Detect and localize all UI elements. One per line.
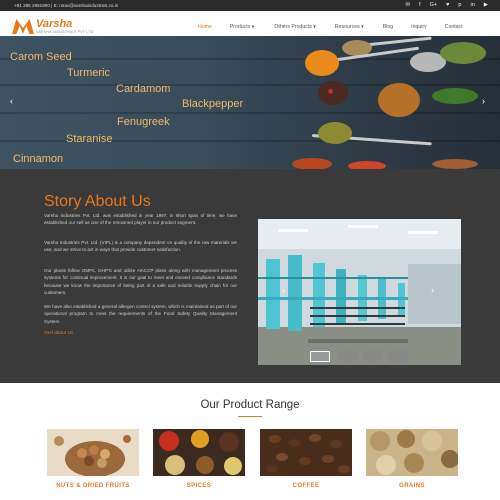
photo-thumbnail[interactable] [363,351,383,362]
product-label-coffee[interactable]: COFFEE [251,483,361,489]
product-card-spices[interactable] [153,429,245,476]
hero-label-cardamom: Cardamom [116,83,171,95]
cardamom-image [440,42,486,64]
photo-thumbnail[interactable] [388,351,408,362]
nav-blog[interactable]: Blog [383,24,393,30]
photo-thumbnail[interactable] [310,351,330,362]
brand-tagline: VARSHA INDUSTRIES PVT LTD [36,30,94,34]
ground-spice-bowl-image [378,83,420,117]
twitter-icon[interactable]: ♥ [446,2,449,9]
product-card-coffee[interactable] [260,429,352,476]
hero-label-blackpepper: Blackpepper [182,98,244,110]
story-paragraph: We have also established a general aller… [44,304,237,324]
social-links: ✉ f G+ ♥ p in ▶ [406,2,488,9]
hero-label-fenugreek: Fenugreek [117,116,170,128]
youtube-icon[interactable]: ▶ [484,2,488,9]
hero-next-arrow-icon[interactable]: › [482,96,485,106]
nav-contact[interactable]: Contact [445,24,463,30]
coffee-image [260,429,352,476]
title-underline [238,416,262,417]
read-about-us-link[interactable]: Red about Us [44,331,73,336]
brand-logo[interactable]: Varsha VARSHA INDUSTRIES PVT LTD [12,17,96,37]
nav-inquiry[interactable]: Inquiry [411,24,427,30]
product-range-section: Our Product Range NUTS & DRIED FRUITS SP… [0,383,500,500]
wood-plank [0,84,500,86]
hero-label-cinnamon: Cinnamon [13,153,64,165]
contact-info: +91 285 2661900 | E: nirav@varshaindustr… [14,3,119,8]
wood-plank [0,112,500,114]
story-paragraph: Varsha Industries Pvt. Ltd. was establis… [44,213,237,226]
photo-thumbnail[interactable] [338,351,358,362]
nav-resources[interactable]: Resources ▾ [335,24,364,30]
pepper-corn-image [328,89,333,94]
product-card-grains[interactable] [366,429,458,476]
main-menu: Home Products ▾ Others Products ▾ Resour… [190,24,463,30]
spices-image [153,429,245,476]
nav-home[interactable]: Home [198,24,212,30]
blackpepper-image [318,81,348,105]
hero-prev-arrow-icon[interactable]: ‹ [10,96,13,106]
story-paragraph: Varsha Industries Pvt. Ltd. (VIPL) is a … [44,240,237,253]
product-label-grains[interactable]: GRAINS [357,483,467,489]
email-icon[interactable]: ✉ [406,2,411,9]
brand-name: Varsha [36,18,73,30]
logo-mark-icon [12,19,34,34]
grains-image [366,429,458,476]
star-anise-image [292,158,332,169]
product-label-spices[interactable]: SPICES [144,483,254,489]
hero-label-turmeric: Turmeric [67,67,110,79]
story-section: Story About Us Varsha Industries Pvt. Lt… [0,169,500,383]
google-plus-icon[interactable]: G+ [430,2,438,9]
product-label-nuts[interactable]: NUTS & DRIED FRUITS [38,483,148,489]
leaf-image [432,88,478,104]
factory-photo-slider: ‹ › [258,219,461,365]
hero-label-carom-seed: Carom Seed [10,51,72,63]
story-title: Story About Us [44,193,151,210]
cinnamon-image [432,159,478,169]
nuts-image [47,429,139,476]
hero-slider: Carom Seed Turmeric Cardamom Blackpepper… [0,36,500,169]
nav-others-products[interactable]: Others Products ▾ [274,24,316,30]
story-paragraph: Our plants follow GMPs, GHP'S and utiliz… [44,268,237,296]
nav-products[interactable]: Products ▾ [230,24,255,30]
turmeric-spoon-image [305,50,339,76]
photo-prev-arrow-icon[interactable]: ‹ [282,285,285,295]
photo-next-arrow-icon[interactable]: › [431,285,434,295]
linkedin-icon[interactable]: in [470,2,474,9]
product-range-title: Our Product Range [200,399,300,411]
top-bar: +91 285 2661900 | E: nirav@varshaindustr… [0,0,500,11]
product-card-nuts[interactable] [47,429,139,476]
facebook-icon[interactable]: f [419,2,421,9]
fenugreek-spoon-image [318,122,352,144]
hero-label-staranise: Staranise [66,133,113,145]
chili-powder-image [348,161,386,169]
pinterest-icon[interactable]: p [458,2,461,9]
